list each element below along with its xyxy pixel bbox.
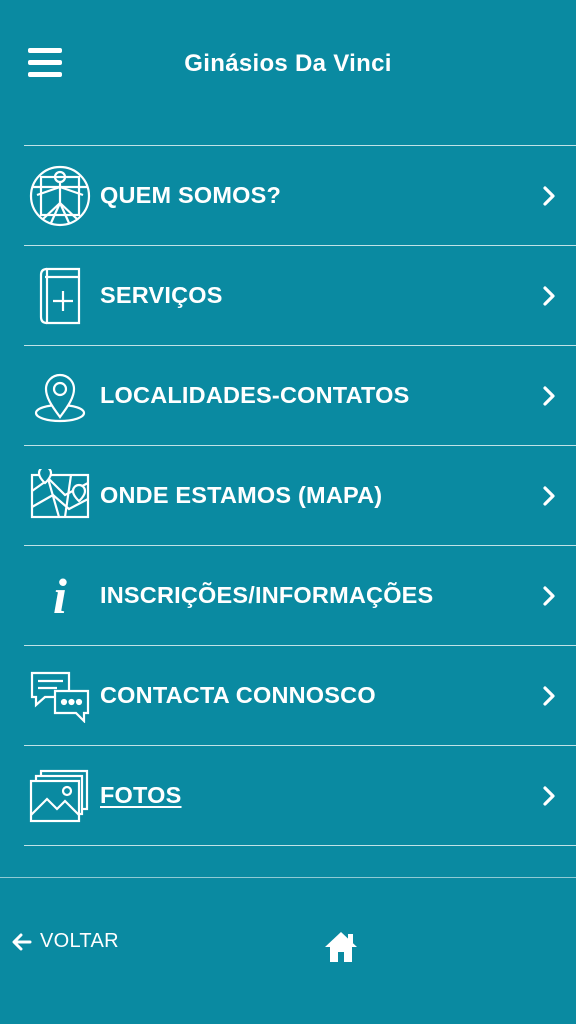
menu-item-label: CONTACTA CONNOSCO — [100, 682, 376, 708]
chevron-right-icon — [543, 485, 555, 506]
vitruvian-man-icon — [28, 164, 92, 228]
app-header: Ginásios Da Vinci — [0, 0, 576, 145]
back-button[interactable]: VOLTAR — [12, 930, 119, 953]
chat-bubbles-icon — [28, 664, 92, 728]
back-label: VOLTAR — [40, 930, 119, 952]
chevron-right-icon — [543, 285, 555, 306]
menu-item-label: ONDE ESTAMOS (MAPA) — [100, 482, 383, 508]
chevron-right-icon — [543, 385, 555, 406]
chevron-right-icon — [543, 685, 555, 706]
menu-item-partial[interactable]: f — [24, 845, 576, 878]
chevron-right-icon — [543, 585, 555, 606]
arrow-left-icon — [12, 933, 32, 950]
facebook-icon: f — [28, 864, 92, 879]
location-pin-icon — [28, 364, 92, 428]
app-title: Ginásios Da Vinci — [184, 50, 392, 77]
chevron-right-icon — [543, 185, 555, 206]
menu-item-label: INSCRIÇÕES/INFORMAÇÕES — [100, 582, 434, 608]
bottom-bar: VOLTAR — [0, 877, 576, 1024]
menu-item-fotos[interactable]: FOTOS — [24, 745, 576, 845]
menu-item-inscricoes[interactable]: i INSCRIÇÕES/INFORMAÇÕES — [24, 545, 576, 645]
info-icon: i — [53, 567, 67, 624]
photos-icon — [28, 764, 92, 828]
menu-item-label: QUEM SOMOS? — [100, 182, 282, 208]
menu-item-contacta-connosco[interactable]: CONTACTA CONNOSCO — [24, 645, 576, 745]
menu-item-onde-estamos[interactable]: ONDE ESTAMOS (MAPA) — [24, 445, 576, 545]
map-icon — [28, 464, 92, 528]
menu-item-quem-somos[interactable]: QUEM SOMOS? — [24, 145, 576, 245]
menu-list: QUEM SOMOS? SERVIÇOS LOCALIDADES-CONTATO… — [0, 145, 576, 878]
chevron-right-icon — [543, 785, 555, 806]
menu-item-servicos[interactable]: SERVIÇOS — [24, 245, 576, 345]
menu-item-label: LOCALIDADES-CONTATOS — [100, 382, 410, 408]
book-plus-icon — [28, 264, 92, 328]
home-icon[interactable] — [323, 930, 359, 964]
menu-item-label: FOTOS — [100, 782, 182, 808]
menu-item-localidades-contatos[interactable]: LOCALIDADES-CONTATOS — [24, 345, 576, 445]
menu-item-label: SERVIÇOS — [100, 282, 223, 308]
